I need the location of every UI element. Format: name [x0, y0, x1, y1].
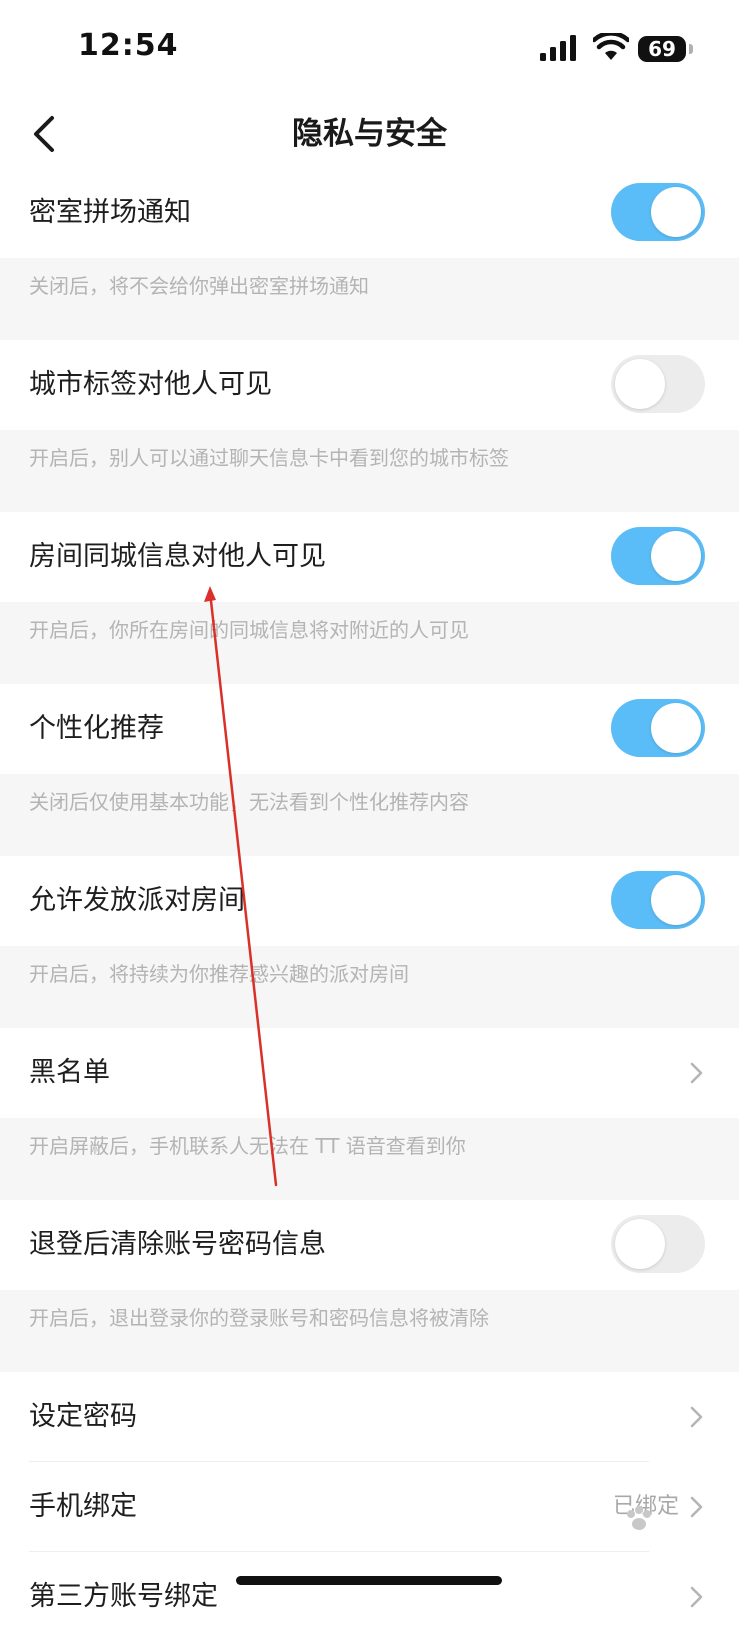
- battery-indicator: 69: [638, 36, 686, 62]
- chevron-right-icon: [690, 1406, 703, 1428]
- settings-row-label: 个性化推荐: [29, 713, 164, 744]
- watermark-logo: [559, 1500, 719, 1550]
- toggle-switch[interactable]: [611, 871, 705, 929]
- settings-row-label: 密室拼场通知: [29, 197, 191, 228]
- toggle-knob: [615, 1219, 665, 1269]
- chevron-right-icon: [690, 1062, 703, 1084]
- settings-row[interactable]: 允许发放派对房间: [0, 856, 739, 946]
- description-text: 开启后，你所在房间的同城信息将对附近的人可见: [29, 618, 469, 642]
- wifi-icon: [593, 33, 629, 60]
- description-text: 开启后，别人可以通过聊天信息卡中看到您的城市标签: [29, 446, 509, 470]
- toggle-knob: [615, 359, 665, 409]
- status-bar: 12:54 69: [0, 0, 739, 98]
- description-text: 开启后，将持续为你推荐感兴趣的派对房间: [29, 962, 409, 986]
- settings-row-label: 退登后清除账号密码信息: [29, 1229, 326, 1260]
- settings-row-label: 手机绑定: [29, 1491, 137, 1522]
- toggle-knob: [651, 875, 701, 925]
- toggle-switch[interactable]: [611, 183, 705, 241]
- settings-row[interactable]: 密室拼场通知: [0, 168, 739, 258]
- settings-row-label: 第三方账号绑定: [29, 1581, 218, 1612]
- settings-row[interactable]: 设定密码: [0, 1372, 739, 1462]
- settings-row-label: 房间同城信息对他人可见: [29, 541, 326, 572]
- settings-row-description: 开启后，你所在房间的同城信息将对附近的人可见: [0, 602, 739, 684]
- settings-row-label: 城市标签对他人可见: [29, 369, 272, 400]
- toggle-switch[interactable]: [611, 1215, 705, 1273]
- settings-row[interactable]: 第三方账号绑定: [0, 1552, 739, 1642]
- settings-row[interactable]: 城市标签对他人可见: [0, 340, 739, 430]
- page-title: 隐私与安全: [292, 116, 447, 152]
- settings-row[interactable]: 个性化推荐: [0, 684, 739, 774]
- home-indicator[interactable]: [236, 1576, 502, 1585]
- settings-row-description: 关闭后仅使用基本功能，无法看到个性化推荐内容: [0, 774, 739, 856]
- toggle-knob: [651, 187, 701, 237]
- toggle-knob: [651, 531, 701, 581]
- toggle-switch[interactable]: [611, 355, 705, 413]
- toggle-switch[interactable]: [611, 699, 705, 757]
- description-text: 开启后，退出登录你的登录账号和密码信息将被清除: [29, 1306, 489, 1330]
- settings-row-label: 允许发放派对房间: [29, 885, 245, 916]
- settings-row-label: 黑名单: [29, 1057, 110, 1088]
- settings-row-label: 设定密码: [29, 1401, 137, 1432]
- settings-row[interactable]: 黑名单: [0, 1028, 739, 1118]
- settings-row-description: 开启后，别人可以通过聊天信息卡中看到您的城市标签: [0, 430, 739, 512]
- settings-row-description: 开启屏蔽后，手机联系人无法在 TT 语音查看到你: [0, 1118, 739, 1200]
- status-time: 12:54: [78, 28, 179, 63]
- description-text: 关闭后仅使用基本功能，无法看到个性化推荐内容: [29, 790, 469, 814]
- toggle-switch[interactable]: [611, 527, 705, 585]
- battery-cap: [689, 44, 693, 54]
- settings-row-description: 开启后，将持续为你推荐感兴趣的派对房间: [0, 946, 739, 1028]
- description-text: 关闭后，将不会给你弹出密室拼场通知: [29, 274, 369, 298]
- settings-row[interactable]: 退登后清除账号密码信息: [0, 1200, 739, 1290]
- chevron-right-icon: [690, 1586, 703, 1608]
- baidu-paw-icon: [627, 1506, 651, 1530]
- settings-row-description: 开启后，退出登录你的登录账号和密码信息将被清除: [0, 1290, 739, 1372]
- settings-list: 密室拼场通知关闭后，将不会给你弹出密室拼场通知城市标签对他人可见开启后，别人可以…: [0, 168, 739, 1642]
- description-text: 开启屏蔽后，手机联系人无法在 TT 语音查看到你: [29, 1134, 466, 1158]
- nav-bar: 隐私与安全: [0, 98, 739, 178]
- settings-row[interactable]: 房间同城信息对他人可见: [0, 512, 739, 602]
- toggle-knob: [651, 703, 701, 753]
- cellular-signal-icon: [540, 35, 576, 61]
- settings-row-description: 关闭后，将不会给你弹出密室拼场通知: [0, 258, 739, 340]
